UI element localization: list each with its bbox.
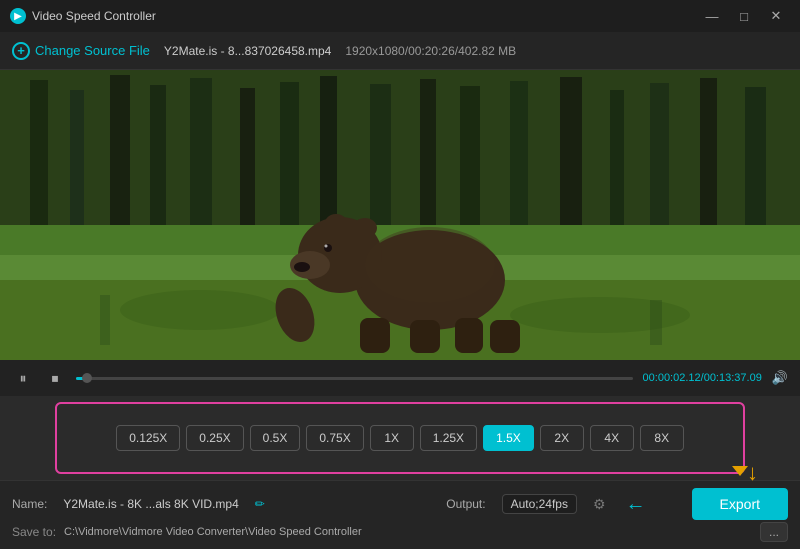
speed-button-15X[interactable]: 1.5X <box>483 425 534 451</box>
speed-button-1X[interactable]: 1X <box>370 425 414 451</box>
speed-button-0125X[interactable]: 0.125X <box>116 425 180 451</box>
file-meta: 1920x1080/00:20:26/402.82 MB <box>345 44 516 58</box>
minimize-button[interactable]: — <box>698 6 726 26</box>
speed-panel: 0.125X0.25X 0.5X0.75X 1X1.25X1.5X2X4X8X <box>55 402 745 474</box>
toolbar: + Change Source File Y2Mate.is - 8...837… <box>0 32 800 70</box>
file-info: Y2Mate.is - 8...837026458.mp4 1920x1080/… <box>164 44 516 58</box>
name-value: Y2Mate.is - 8K ...als 8K VID.mp4 <box>63 497 238 511</box>
title-left: ▶ Video Speed Controller <box>10 8 156 24</box>
output-value[interactable]: Auto;24fps <box>502 494 577 514</box>
playback-bar: ⏸ ⏹ 00:00:02.12/00:13:37.09 🔊 <box>0 360 800 396</box>
change-source-label: Change Source File <box>35 43 150 58</box>
name-label: Name: <box>12 497 47 511</box>
video-thumbnail <box>0 70 800 360</box>
title-text: Video Speed Controller <box>32 9 156 23</box>
stop-button[interactable]: ⏹ <box>44 367 66 389</box>
close-button[interactable]: ✕ <box>762 6 790 26</box>
app-icon: ▶ <box>10 8 26 24</box>
file-name: Y2Mate.is - 8...837026458.mp4 <box>164 44 331 58</box>
progress-track[interactable] <box>76 377 633 380</box>
output-label: Output: <box>446 497 485 511</box>
speed-button-2X[interactable]: 2X <box>540 425 584 451</box>
play-pause-button[interactable]: ⏸ <box>12 367 34 389</box>
speed-button-075X[interactable]: 0.75X <box>306 425 363 451</box>
speed-button-8X[interactable]: 8X <box>640 425 684 451</box>
down-arrow-icon: ↓ <box>747 460 758 486</box>
gear-icon[interactable]: ⚙ <box>593 496 606 513</box>
speed-button-125X[interactable]: 1.25X <box>420 425 477 451</box>
export-button[interactable]: Export <box>692 488 788 520</box>
video-area[interactable] <box>0 70 800 360</box>
left-arrow-indicator: ← <box>626 493 646 516</box>
speed-button-025X[interactable]: 0.25X <box>186 425 243 451</box>
bottom-row2: Save to: C:\Vidmore\Vidmore Video Conver… <box>12 522 788 542</box>
browse-button[interactable]: ... <box>760 522 788 542</box>
edit-icon[interactable]: ✏ <box>255 497 265 511</box>
speed-button-05X[interactable]: 0.5X <box>250 425 301 451</box>
save-path: C:\Vidmore\Vidmore Video Converter\Video… <box>64 526 752 538</box>
bottom-row1: Name: Y2Mate.is - 8K ...als 8K VID.mp4 ✏… <box>12 488 788 520</box>
time-display: 00:00:02.12/00:13:37.09 <box>643 372 762 384</box>
save-to-label: Save to: <box>12 525 56 539</box>
change-source-button[interactable]: + Change Source File <box>12 42 150 60</box>
speed-button-4X[interactable]: 4X <box>590 425 634 451</box>
add-icon: + <box>12 42 30 60</box>
maximize-button[interactable]: □ <box>730 6 758 26</box>
title-bar: ▶ Video Speed Controller — □ ✕ <box>0 0 800 32</box>
volume-icon[interactable]: 🔊 <box>772 370 788 386</box>
title-controls: — □ ✕ <box>698 6 790 26</box>
progress-dot <box>82 373 92 383</box>
